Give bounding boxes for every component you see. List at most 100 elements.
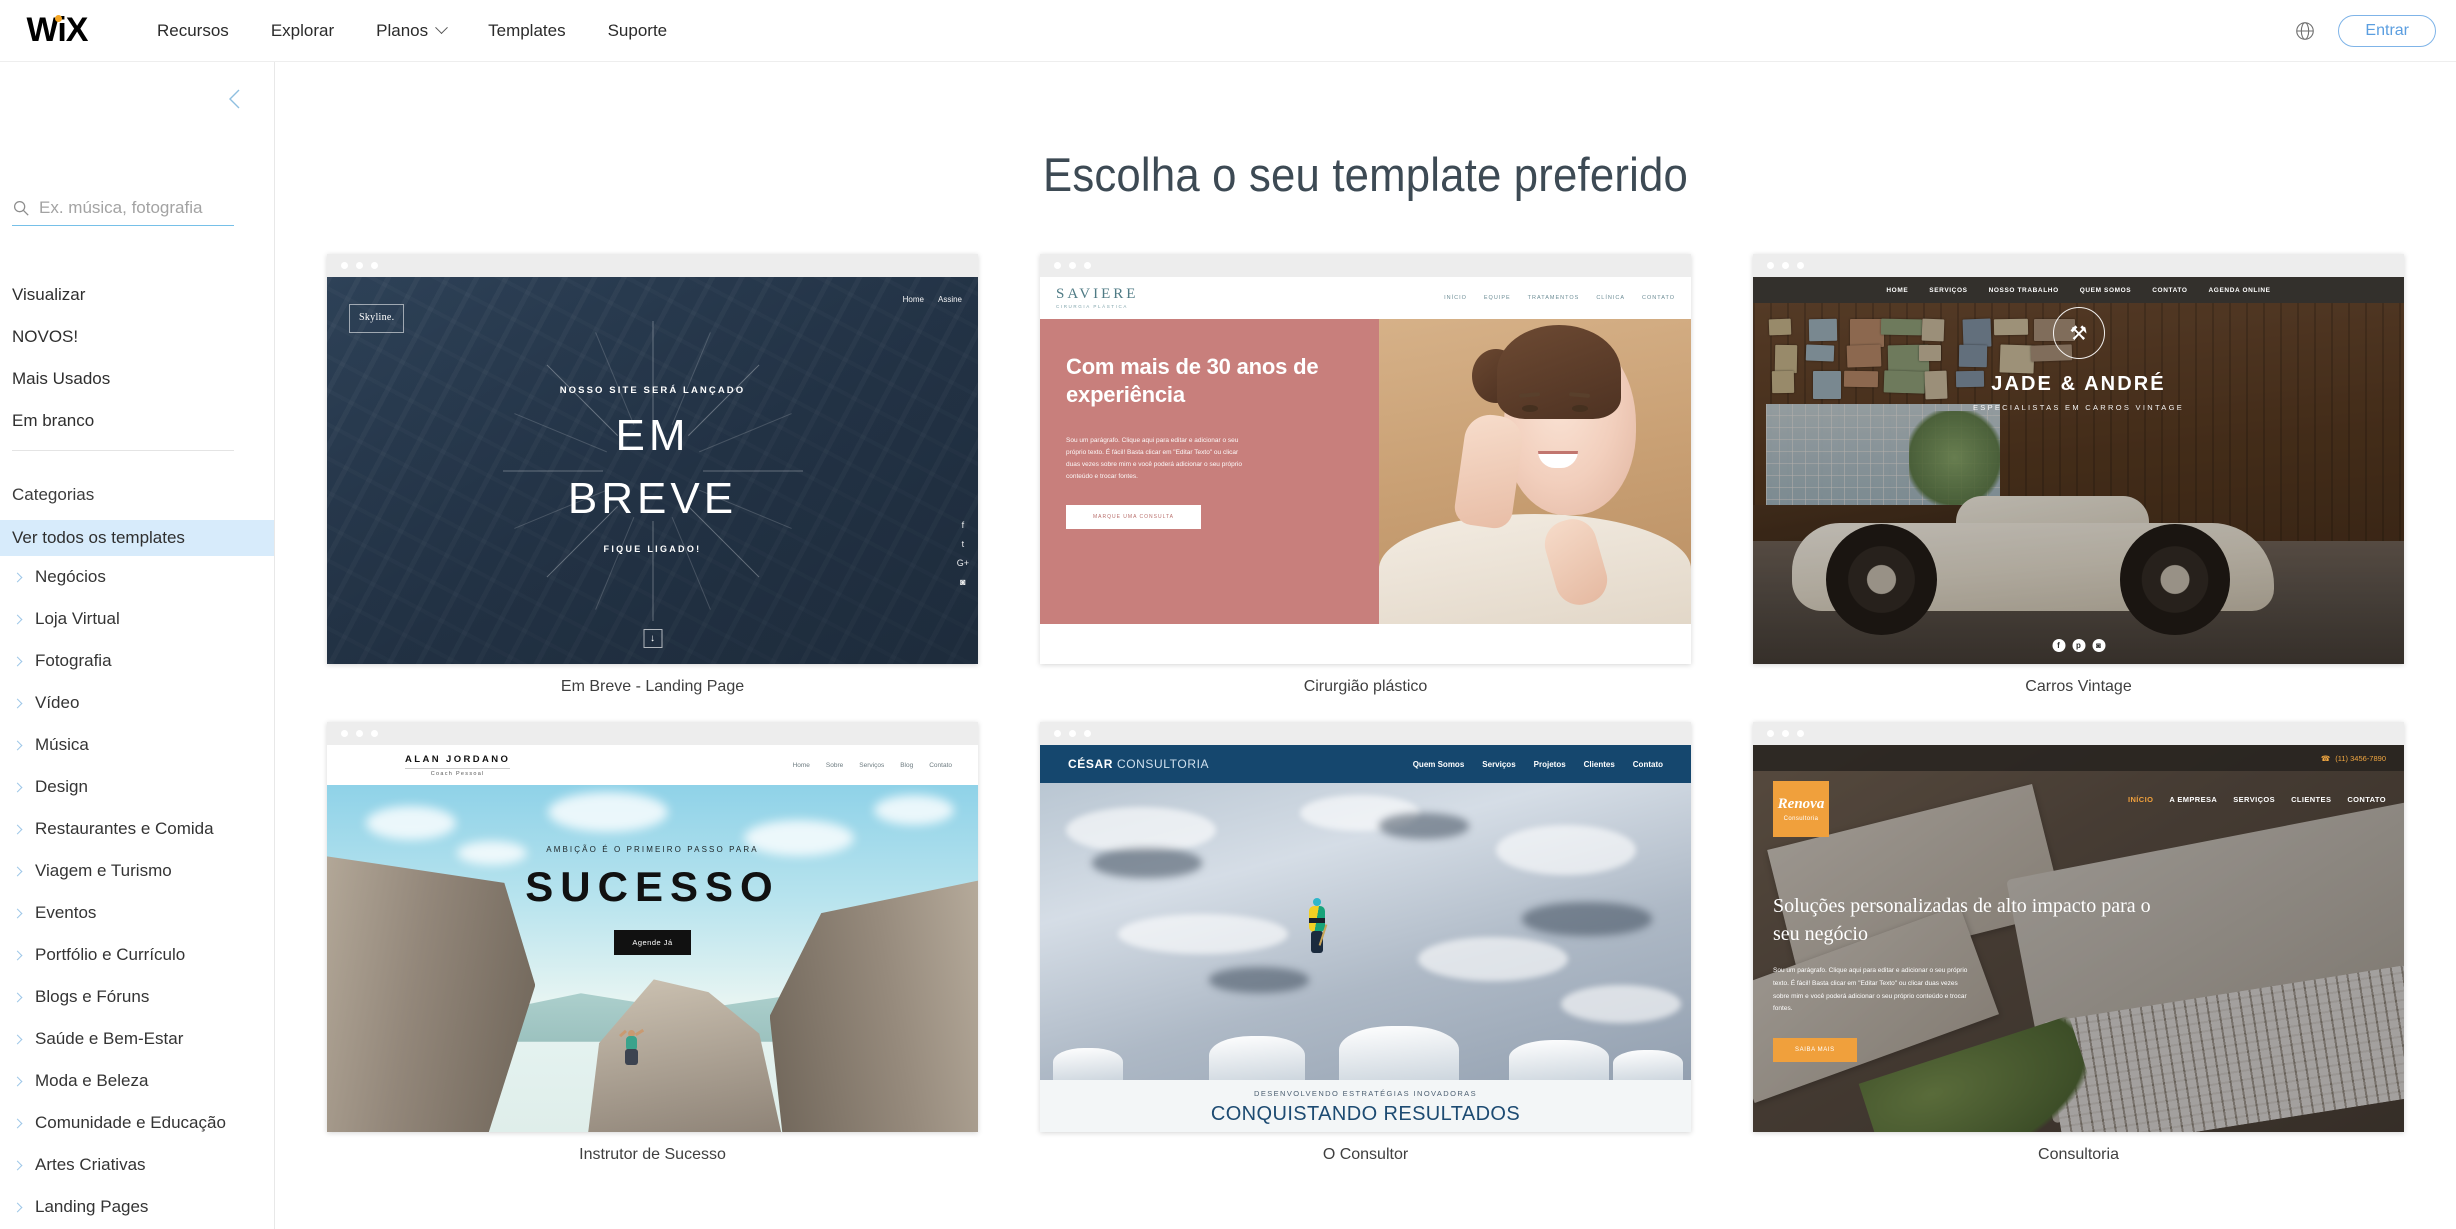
preview-headline: CONQUISTANDO RESULTADOS	[1210, 1103, 1521, 1125]
preview-headline-1: EM	[615, 411, 690, 460]
phone-icon: ☎	[2320, 753, 2331, 763]
preview-photo	[1378, 319, 1691, 624]
preview-headline: Com mais de 30 anos de experiência	[1066, 354, 1319, 408]
preview-hero: Soluções personalizadas de alto impacto …	[1773, 893, 2177, 1062]
template-caption: Em Breve - Landing Page	[560, 678, 745, 695]
browser-chrome-bar	[1040, 722, 1691, 745]
sidebar-category-label: Blogs e Fóruns	[35, 987, 150, 1006]
template-card-consultoria[interactable]: ☎ (11) 3456-7890 Renova Consultoria INÍC…	[1753, 722, 2404, 1164]
wix-logo[interactable]: WiX	[14, 11, 100, 51]
chevron-right-icon	[12, 1160, 23, 1170]
sidebar-category-label: Restaurantes e Comida	[35, 819, 214, 838]
template-card-instrutor-de-sucesso[interactable]: ALAN JORDANO Coach Pessoal Home Sobre Se…	[327, 722, 978, 1164]
template-caption: Carros Vintage	[2025, 678, 2132, 695]
preview-body: Com mais de 30 anos de experiência Sou u…	[1040, 319, 1691, 624]
sidebar-category-label: Música	[35, 735, 89, 754]
sidebar-category-item[interactable]: Eventos	[0, 892, 274, 934]
browser-frame: HOME SERVIÇOS NOSSO TRABALHO QUEM SOMOS …	[1753, 254, 2404, 664]
preview-topbar: ☎ (11) 3456-7890	[1753, 745, 2404, 771]
sidebar-category-item[interactable]: Música	[0, 724, 274, 766]
template-caption: Consultoria	[2038, 1146, 2119, 1163]
facebook-icon: f	[2052, 639, 2065, 652]
sidebar-category-item[interactable]: Restaurantes e Comida	[0, 808, 274, 850]
preview-header: CÉSAR CONSULTORIA Quem Somos Serviços Pr…	[1040, 745, 1691, 783]
chevron-right-icon	[12, 740, 23, 750]
template-card-cirurgiao-plastico[interactable]: SAVIERE CIRURGIA PLÁSTICA INÍCIO EQUIPE …	[1040, 254, 1691, 696]
nav-label: Recursos	[157, 20, 229, 40]
preview-kicker: DESENVOLVENDO ESTRATÉGIAS INOVADORAS	[1254, 1089, 1477, 1098]
template-preview: ALAN JORDANO Coach Pessoal Home Sobre Se…	[327, 745, 978, 1132]
chevron-right-icon	[12, 950, 23, 960]
chevron-right-icon	[12, 1202, 23, 1212]
sidebar-category-item[interactable]: Design	[0, 766, 274, 808]
preview-brand: SAVIERE CIRURGIA PLÁSTICA	[1056, 285, 1139, 309]
chevron-right-icon	[12, 614, 23, 624]
sidebar-item-em-branco[interactable]: Em branco	[0, 400, 274, 442]
sidebar-category-label: Fotografia	[35, 651, 112, 670]
search-input[interactable]	[39, 198, 234, 218]
pinterest-icon: p	[2072, 639, 2085, 652]
browser-chrome-bar	[327, 254, 978, 277]
chevron-right-icon	[12, 782, 23, 792]
nav-item-explorar[interactable]: Explorar	[250, 0, 355, 62]
chevron-right-icon	[12, 1076, 23, 1086]
sidebar-category-item[interactable]: Artes Criativas	[0, 1144, 274, 1186]
preview-nav: INÍCIO A EMPRESA SERVIÇOS CLIENTES CONTA…	[2127, 795, 2386, 804]
sidebar-category-item[interactable]: Negócios	[0, 556, 274, 598]
nav-item-suporte[interactable]: Suporte	[587, 0, 689, 62]
preview-headline: JADE & ANDRÉ	[1991, 373, 2166, 395]
chevron-right-icon	[12, 698, 23, 708]
sidebar-item-novos[interactable]: NOVOS!	[0, 316, 274, 358]
main-nav: Recursos Explorar Planos Templates Supor…	[136, 0, 688, 62]
sidebar-category-label: Negócios	[35, 567, 106, 586]
nav-label: Templates	[488, 20, 566, 40]
preview-brand: Skyline.	[349, 304, 405, 333]
top-bar-actions: Entrar	[2294, 14, 2436, 47]
sidebar-item-mais-usados[interactable]: Mais Usados	[0, 358, 274, 400]
preview-phone: (11) 3456-7890	[2335, 753, 2386, 763]
sidebar-category-item[interactable]: Portfólio e Currículo	[0, 934, 274, 976]
template-card-carros-vintage[interactable]: HOME SERVIÇOS NOSSO TRABALHO QUEM SOMOS …	[1753, 254, 2404, 696]
chevron-right-icon	[12, 1118, 23, 1128]
instagram-icon: ◙	[2092, 639, 2105, 652]
sidebar-category-item[interactable]: Vídeo	[0, 682, 274, 724]
sidebar-category-item[interactable]: Moda e Beleza	[0, 1060, 274, 1102]
sidebar-category-item[interactable]: Fotografia	[0, 640, 274, 682]
preview-footer-band: DESENVOLVENDO ESTRATÉGIAS INOVADORAS CON…	[1040, 1080, 1691, 1132]
nav-item-templates[interactable]: Templates	[467, 0, 586, 62]
sidebar-category-item[interactable]: Comunidade e Educação	[0, 1102, 274, 1144]
browser-chrome-bar	[327, 722, 978, 745]
template-preview: CÉSAR CONSULTORIA Quem Somos Serviços Pr…	[1040, 745, 1691, 1132]
preview-cta-button: SAIBA MAIS	[1773, 1037, 1857, 1062]
twitter-icon: t	[961, 539, 965, 549]
preview-paragraph: Sou um parágrafo. Clique aqui para edita…	[1066, 437, 1242, 481]
sidebar-item-visualizar[interactable]: Visualizar	[0, 274, 274, 316]
browser-chrome-bar	[1753, 254, 2404, 277]
chevron-right-icon	[12, 866, 23, 876]
sidebar-search[interactable]	[12, 198, 234, 226]
category-list: Ver todos os templates Negócios Loja Virt…	[0, 520, 274, 1228]
sidebar-item-ver-todos-os-templates[interactable]: Ver todos os templates	[0, 520, 274, 556]
nav-item-recursos[interactable]: Recursos	[136, 0, 250, 62]
sidebar-quick-links: Visualizar NOVOS! Mais Usados Em branco	[0, 274, 274, 442]
nav-item-planos[interactable]: Planos	[355, 0, 467, 62]
globe-icon[interactable]	[2294, 20, 2316, 42]
template-card-em-breve[interactable]: Skyline. Home Assine NOSSO SITE SERÁ LAN…	[327, 254, 978, 696]
facebook-icon: f	[961, 520, 965, 530]
chevron-down-icon	[435, 21, 448, 35]
template-caption: Instrutor de Sucesso	[579, 1146, 726, 1163]
sidebar-category-label: Artes Criativas	[35, 1155, 146, 1174]
sidebar-category-item[interactable]: Viagem e Turismo	[0, 850, 274, 892]
browser-chrome-bar	[1753, 722, 2404, 745]
sidebar-category-item[interactable]: Saúde e Bem-Estar	[0, 1018, 274, 1060]
preview-brand: Renova Consultoria	[1773, 781, 1829, 837]
template-card-o-consultor[interactable]: CÉSAR CONSULTORIA Quem Somos Serviços Pr…	[1040, 722, 1691, 1164]
sidebar-divider	[12, 450, 234, 451]
wix-logo-dot	[55, 14, 62, 22]
preview-kicker: AMBIÇÃO É O PRIMEIRO PASSO PARA	[546, 845, 759, 854]
sidebar-category-item[interactable]: Landing Pages	[0, 1186, 274, 1228]
sidebar-collapse-button[interactable]	[222, 86, 248, 112]
login-button[interactable]: Entrar	[2338, 14, 2436, 47]
sidebar-category-item[interactable]: Loja Virtual	[0, 598, 274, 640]
sidebar-category-item[interactable]: Blogs e Fóruns	[0, 976, 274, 1018]
